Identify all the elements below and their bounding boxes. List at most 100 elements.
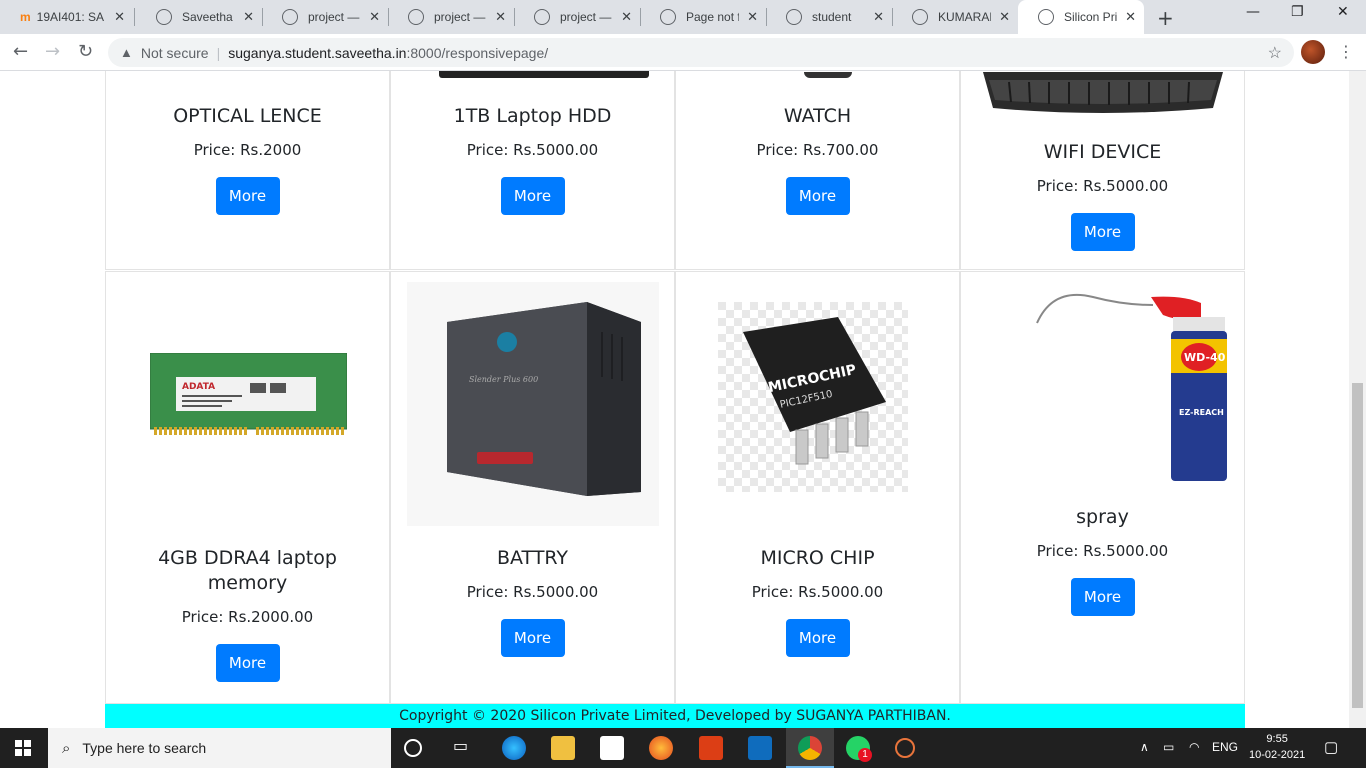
svg-text:Slender Plus 600: Slender Plus 600 <box>469 375 538 384</box>
cortana-icon[interactable] <box>404 739 422 757</box>
card-body: WATCH Price: Rs.700.00 More <box>676 104 959 215</box>
product-name: OPTICAL LENCE <box>173 105 322 127</box>
more-button[interactable]: More <box>785 177 850 215</box>
wifi-router-image <box>979 72 1227 116</box>
task-view-icon[interactable]: ▭ <box>453 736 477 760</box>
search-placeholder: Type here to search <box>82 740 207 756</box>
product-name: WIFI DEVICE <box>1043 141 1162 163</box>
page-viewport: OPTICAL LENCE Price: Rs.2000 More 1TB La… <box>0 71 1366 728</box>
mail-icon[interactable] <box>748 736 772 760</box>
wifi-icon[interactable]: ◠ <box>1189 740 1199 754</box>
microsoft-store-icon[interactable] <box>600 736 624 760</box>
close-window-icon[interactable]: ✕ <box>1337 4 1349 20</box>
card-body: 1TB Laptop HDD Price: Rs.5000.00 More <box>391 104 674 215</box>
more-button[interactable]: More <box>785 619 850 657</box>
close-tab-icon[interactable]: ✕ <box>114 9 125 25</box>
browser-tab[interactable]: m 19AI401: SA ✕ <box>0 0 133 34</box>
more-button[interactable]: More <box>1070 213 1135 251</box>
clock-time: 9:55 <box>1266 733 1288 745</box>
reload-icon[interactable]: ↻ <box>78 41 93 62</box>
close-tab-icon[interactable]: ✕ <box>747 9 758 25</box>
browser-tab[interactable]: project — T ✕ <box>514 0 640 34</box>
close-tab-icon[interactable]: ✕ <box>1125 9 1136 25</box>
tab-title: Silicon Priva <box>1064 10 1118 24</box>
globe-icon <box>282 9 298 25</box>
tab-title: project — T <box>560 10 613 24</box>
bookmark-star-icon[interactable]: ☆ <box>1268 43 1282 63</box>
edge-browser-icon[interactable] <box>502 736 526 760</box>
moodle-favicon-icon: m <box>20 10 31 24</box>
scrollbar-thumb[interactable] <box>1352 383 1363 708</box>
taskbar-search-box[interactable]: ⌕ Type here to search <box>48 728 391 768</box>
browser-tab[interactable]: project — T ✕ <box>388 0 514 34</box>
browser-tab[interactable]: Saveetha En ✕ <box>136 0 262 34</box>
product-name: BATTRY <box>496 547 569 569</box>
more-menu-icon[interactable]: ⋮ <box>1338 42 1354 61</box>
browser-tab[interactable]: student ✕ <box>766 0 892 34</box>
more-button[interactable]: More <box>215 177 280 215</box>
ram-module-image: ADATA <box>149 352 348 437</box>
browser-tab[interactable]: KUMARAN ✕ <box>892 0 1018 34</box>
product-price: Price: Rs.2000.00 <box>181 608 314 626</box>
minimize-icon[interactable]: — <box>1246 4 1260 20</box>
battery-icon[interactable]: ▭ <box>1163 740 1174 754</box>
notifications-icon[interactable]: ▢ <box>1324 738 1338 756</box>
more-button[interactable]: More <box>500 619 565 657</box>
product-name: 1TB Laptop HDD <box>453 105 612 127</box>
forward-arrow-icon[interactable]: → <box>45 41 60 62</box>
security-label[interactable]: Not secure <box>141 45 209 61</box>
url-text[interactable]: suganya.student.saveetha.in:8000/respons… <box>228 45 548 61</box>
close-tab-icon[interactable]: ✕ <box>243 9 254 25</box>
address-bar[interactable]: ▲ Not secure | suganya.student.saveetha.… <box>108 38 1294 67</box>
tab-title: project — T <box>308 10 361 24</box>
browser-tab-strip: m 19AI401: SA ✕ Saveetha En ✕ project — … <box>0 0 1366 34</box>
close-tab-icon[interactable]: ✕ <box>369 9 380 25</box>
close-tab-icon[interactable]: ✕ <box>495 9 506 25</box>
spray-can-image: WD-40 EZ-REACH <box>1033 287 1233 485</box>
url-path: :8000/responsivepage/ <box>406 44 549 61</box>
close-tab-icon[interactable]: ✕ <box>873 9 884 25</box>
show-hidden-icons-icon[interactable]: ∧ <box>1140 740 1149 754</box>
globe-icon <box>660 9 676 25</box>
product-price: Price: Rs.5000.00 <box>466 141 599 159</box>
system-clock[interactable]: 9:55 10-02-2021 <box>1249 731 1305 763</box>
product-card: WATCH Price: Rs.700.00 More <box>675 71 960 270</box>
more-button[interactable]: More <box>1070 578 1135 616</box>
office-icon[interactable] <box>699 736 723 760</box>
chrome-icon <box>798 736 822 760</box>
jupyter-icon[interactable] <box>895 738 915 758</box>
product-price: Price: Rs.5000.00 <box>1036 177 1169 195</box>
globe-icon <box>534 9 550 25</box>
back-arrow-icon[interactable]: ← <box>13 41 28 62</box>
browser-tab[interactable]: Page not fo ✕ <box>640 0 766 34</box>
page-scrollbar[interactable] <box>1349 71 1366 728</box>
warning-triangle-icon[interactable]: ▲ <box>120 45 133 60</box>
tab-separator <box>134 8 135 26</box>
url-host: suganya.student.saveetha.in <box>228 44 407 61</box>
svg-text:ADATA: ADATA <box>182 382 215 392</box>
browser-toolbar: ← → ↻ ▲ Not secure | suganya.student.sav… <box>0 34 1366 71</box>
product-price: Price: Rs.5000.00 <box>466 583 599 601</box>
product-card: OPTICAL LENCE Price: Rs.2000 More <box>105 71 390 270</box>
language-indicator[interactable]: ENG <box>1212 740 1238 754</box>
globe-icon <box>156 9 172 25</box>
close-tab-icon[interactable]: ✕ <box>621 9 632 25</box>
profile-avatar[interactable] <box>1301 40 1325 64</box>
close-tab-icon[interactable]: ✕ <box>999 9 1010 25</box>
more-button[interactable]: More <box>500 177 565 215</box>
browser-tab-active[interactable]: Silicon Priva ✕ <box>1018 0 1144 34</box>
more-button[interactable]: More <box>215 644 280 682</box>
firefox-icon[interactable] <box>649 736 673 760</box>
restore-icon[interactable]: ❐ <box>1291 4 1304 20</box>
product-name: WATCH <box>783 105 852 127</box>
windows-start-icon[interactable] <box>15 740 31 756</box>
new-tab-icon[interactable]: + <box>1157 6 1174 30</box>
file-explorer-icon[interactable] <box>551 736 575 760</box>
whatsapp-icon[interactable]: 1 <box>846 736 872 762</box>
page-footer: Copyright © 2020 Silicon Private Limited… <box>105 704 1245 728</box>
chrome-taskbar-item-active[interactable] <box>786 728 834 768</box>
watch-image <box>804 72 852 78</box>
browser-tab[interactable]: project — T ✕ <box>262 0 388 34</box>
card-body: MICRO CHIP Price: Rs.5000.00 More <box>676 546 959 657</box>
product-name: 4GB DDRA4 laptop memory <box>158 547 337 594</box>
